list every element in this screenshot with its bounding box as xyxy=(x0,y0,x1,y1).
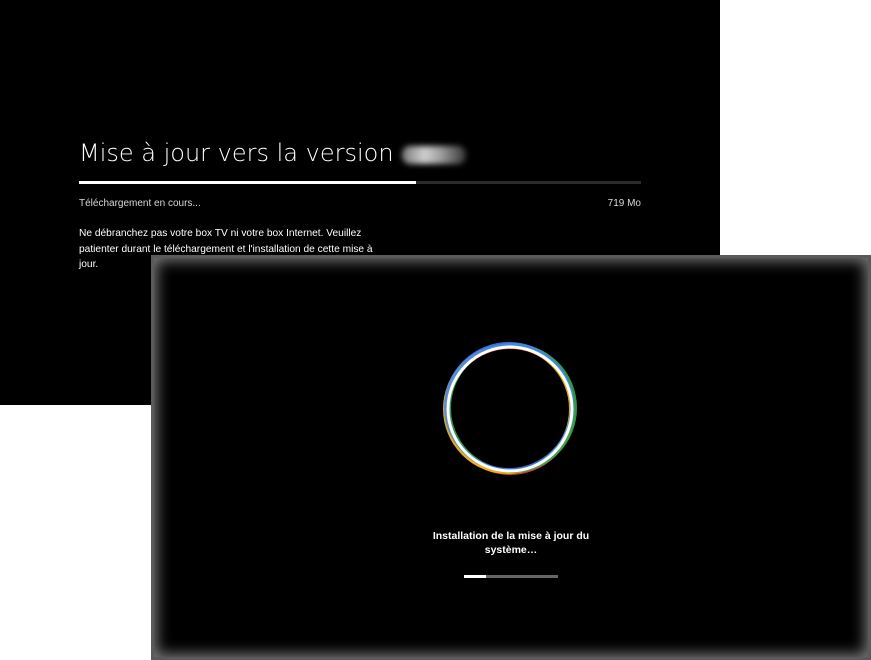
update-title: Mise à jour vers la version xyxy=(79,139,466,167)
blurred-version-number xyxy=(401,146,466,164)
download-size-text: 719 Mo xyxy=(607,198,641,209)
install-progress-fill xyxy=(464,575,486,578)
ring-stroke-white xyxy=(446,345,574,473)
update-title-text: Mise à jour vers la version xyxy=(79,139,394,167)
download-status-text: Téléchargement en cours... xyxy=(79,198,201,209)
download-progress-bar xyxy=(79,181,641,184)
install-progress-bar xyxy=(464,575,558,578)
install-screen: Installation de la mise à jour du systèm… xyxy=(151,255,871,660)
loading-ring-icon xyxy=(443,342,577,475)
install-status-text: Installation de la mise à jour du systèm… xyxy=(432,530,590,556)
download-progress-fill xyxy=(79,181,417,184)
